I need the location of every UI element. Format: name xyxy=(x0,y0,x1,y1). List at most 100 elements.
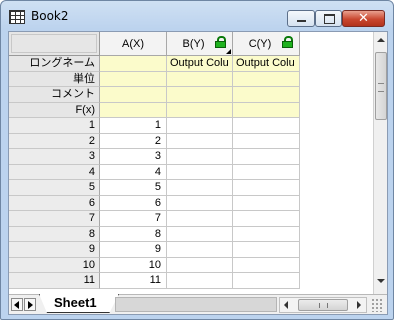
close-icon: ✕ xyxy=(358,11,369,26)
maximize-icon xyxy=(324,14,335,24)
row-header[interactable]: 10 xyxy=(9,257,100,273)
data-cell[interactable]: 9 xyxy=(100,242,167,258)
sheet-tab[interactable]: Sheet1 xyxy=(39,294,119,313)
scroll-down-icon[interactable] xyxy=(377,279,385,283)
data-cell[interactable] xyxy=(233,273,300,289)
grip-icon xyxy=(378,83,384,92)
resize-grip-icon[interactable] xyxy=(371,298,384,312)
sheet-bar: Sheet1 xyxy=(9,294,387,314)
row-header[interactable]: 9 xyxy=(9,242,100,258)
data-cell[interactable]: 4 xyxy=(100,164,167,180)
data-cell[interactable]: 11 xyxy=(100,273,167,289)
meta-cell[interactable]: Output Colu xyxy=(233,56,300,72)
row-header[interactable]: 11 xyxy=(9,273,100,289)
meta-row-header[interactable]: ロングネーム xyxy=(9,56,100,72)
title-bar[interactable]: Book2 ✕ xyxy=(1,1,393,31)
data-cell[interactable] xyxy=(167,226,233,242)
horizontal-scrollbar[interactable] xyxy=(279,297,367,313)
worksheet-area: A(X) B(Y) C(Y) ロングネーム Output Colu Output Colu… xyxy=(8,31,388,315)
meta-cell[interactable] xyxy=(100,56,167,72)
meta-cell[interactable] xyxy=(233,102,300,118)
data-cell[interactable] xyxy=(167,149,233,165)
grid-app-icon xyxy=(9,10,25,24)
maximize-button[interactable] xyxy=(315,10,342,27)
scroll-up-icon[interactable] xyxy=(377,38,385,42)
select-all-corner[interactable] xyxy=(9,32,100,56)
next-sheet-button[interactable] xyxy=(24,298,36,311)
right-arrow-icon xyxy=(28,301,33,309)
row-header[interactable]: 2 xyxy=(9,133,100,149)
data-cell[interactable] xyxy=(233,226,300,242)
meta-row-header[interactable]: F(x) xyxy=(9,102,100,118)
meta-cell[interactable] xyxy=(167,87,233,103)
column-header-label: C(Y) xyxy=(248,38,272,50)
sheet-tab-label: Sheet1 xyxy=(54,295,97,310)
data-cell[interactable] xyxy=(233,242,300,258)
data-cell[interactable] xyxy=(167,242,233,258)
data-cell[interactable] xyxy=(233,133,300,149)
lock-icon xyxy=(215,36,226,48)
worksheet-grid: A(X) B(Y) C(Y) ロングネーム Output Colu Output Colu… xyxy=(9,32,373,294)
data-cell[interactable]: 1 xyxy=(100,118,167,134)
data-cell[interactable] xyxy=(233,257,300,273)
data-cell[interactable] xyxy=(233,211,300,227)
scroll-right-icon[interactable] xyxy=(357,301,361,309)
minimize-icon xyxy=(297,20,306,22)
meta-cell[interactable] xyxy=(233,71,300,87)
meta-cell[interactable] xyxy=(100,87,167,103)
column-header-label: B(Y) xyxy=(182,38,205,50)
data-cell[interactable] xyxy=(167,133,233,149)
row-header[interactable]: 3 xyxy=(9,149,100,165)
corner-marker-icon xyxy=(226,49,231,54)
meta-cell[interactable] xyxy=(100,71,167,87)
data-cell[interactable] xyxy=(233,164,300,180)
data-cell[interactable] xyxy=(233,149,300,165)
meta-row-header[interactable]: コメント xyxy=(9,87,100,103)
row-header[interactable]: 4 xyxy=(9,164,100,180)
workbook-window: Book2 ✕ A(X) B(Y) C(Y) ロングネーム Output Colu Out… xyxy=(0,0,394,320)
horizontal-scroll-thumb[interactable] xyxy=(298,299,348,311)
data-cell[interactable] xyxy=(167,211,233,227)
lock-icon xyxy=(282,36,293,48)
meta-row-header[interactable]: 単位 xyxy=(9,71,100,87)
data-cell[interactable] xyxy=(233,180,300,196)
row-header[interactable]: 6 xyxy=(9,195,100,211)
row-header[interactable]: 5 xyxy=(9,180,100,196)
grip-icon xyxy=(319,303,328,308)
data-cell[interactable] xyxy=(233,118,300,134)
data-cell[interactable] xyxy=(233,195,300,211)
data-cell[interactable] xyxy=(167,273,233,289)
column-header-label: A(X) xyxy=(122,38,144,50)
row-header[interactable]: 8 xyxy=(9,226,100,242)
vertical-scroll-thumb[interactable] xyxy=(375,52,387,120)
window-title: Book2 xyxy=(31,9,69,23)
vertical-scrollbar[interactable] xyxy=(373,32,387,294)
column-header[interactable]: B(Y) xyxy=(167,32,233,56)
sheet-tab-area xyxy=(115,297,277,312)
data-cell[interactable]: 8 xyxy=(100,226,167,242)
minimize-button[interactable] xyxy=(287,10,315,27)
close-button[interactable]: ✕ xyxy=(342,10,385,27)
data-cell[interactable]: 5 xyxy=(100,180,167,196)
data-cell[interactable] xyxy=(167,195,233,211)
column-header[interactable]: C(Y) xyxy=(233,32,300,56)
meta-cell[interactable] xyxy=(233,87,300,103)
row-header[interactable]: 7 xyxy=(9,211,100,227)
scroll-left-icon[interactable] xyxy=(284,301,288,309)
meta-cell[interactable]: Output Colu xyxy=(167,56,233,72)
row-header[interactable]: 1 xyxy=(9,118,100,134)
column-header[interactable]: A(X) xyxy=(100,32,167,56)
prev-sheet-button[interactable] xyxy=(11,298,23,311)
data-cell[interactable]: 6 xyxy=(100,195,167,211)
data-cell[interactable] xyxy=(167,180,233,196)
data-cell[interactable]: 3 xyxy=(100,149,167,165)
meta-cell[interactable] xyxy=(167,102,233,118)
data-cell[interactable]: 10 xyxy=(100,257,167,273)
data-cell[interactable] xyxy=(167,257,233,273)
data-cell[interactable] xyxy=(167,118,233,134)
meta-cell[interactable] xyxy=(100,102,167,118)
data-cell[interactable]: 7 xyxy=(100,211,167,227)
data-cell[interactable] xyxy=(167,164,233,180)
data-cell[interactable]: 2 xyxy=(100,133,167,149)
meta-cell[interactable] xyxy=(167,71,233,87)
